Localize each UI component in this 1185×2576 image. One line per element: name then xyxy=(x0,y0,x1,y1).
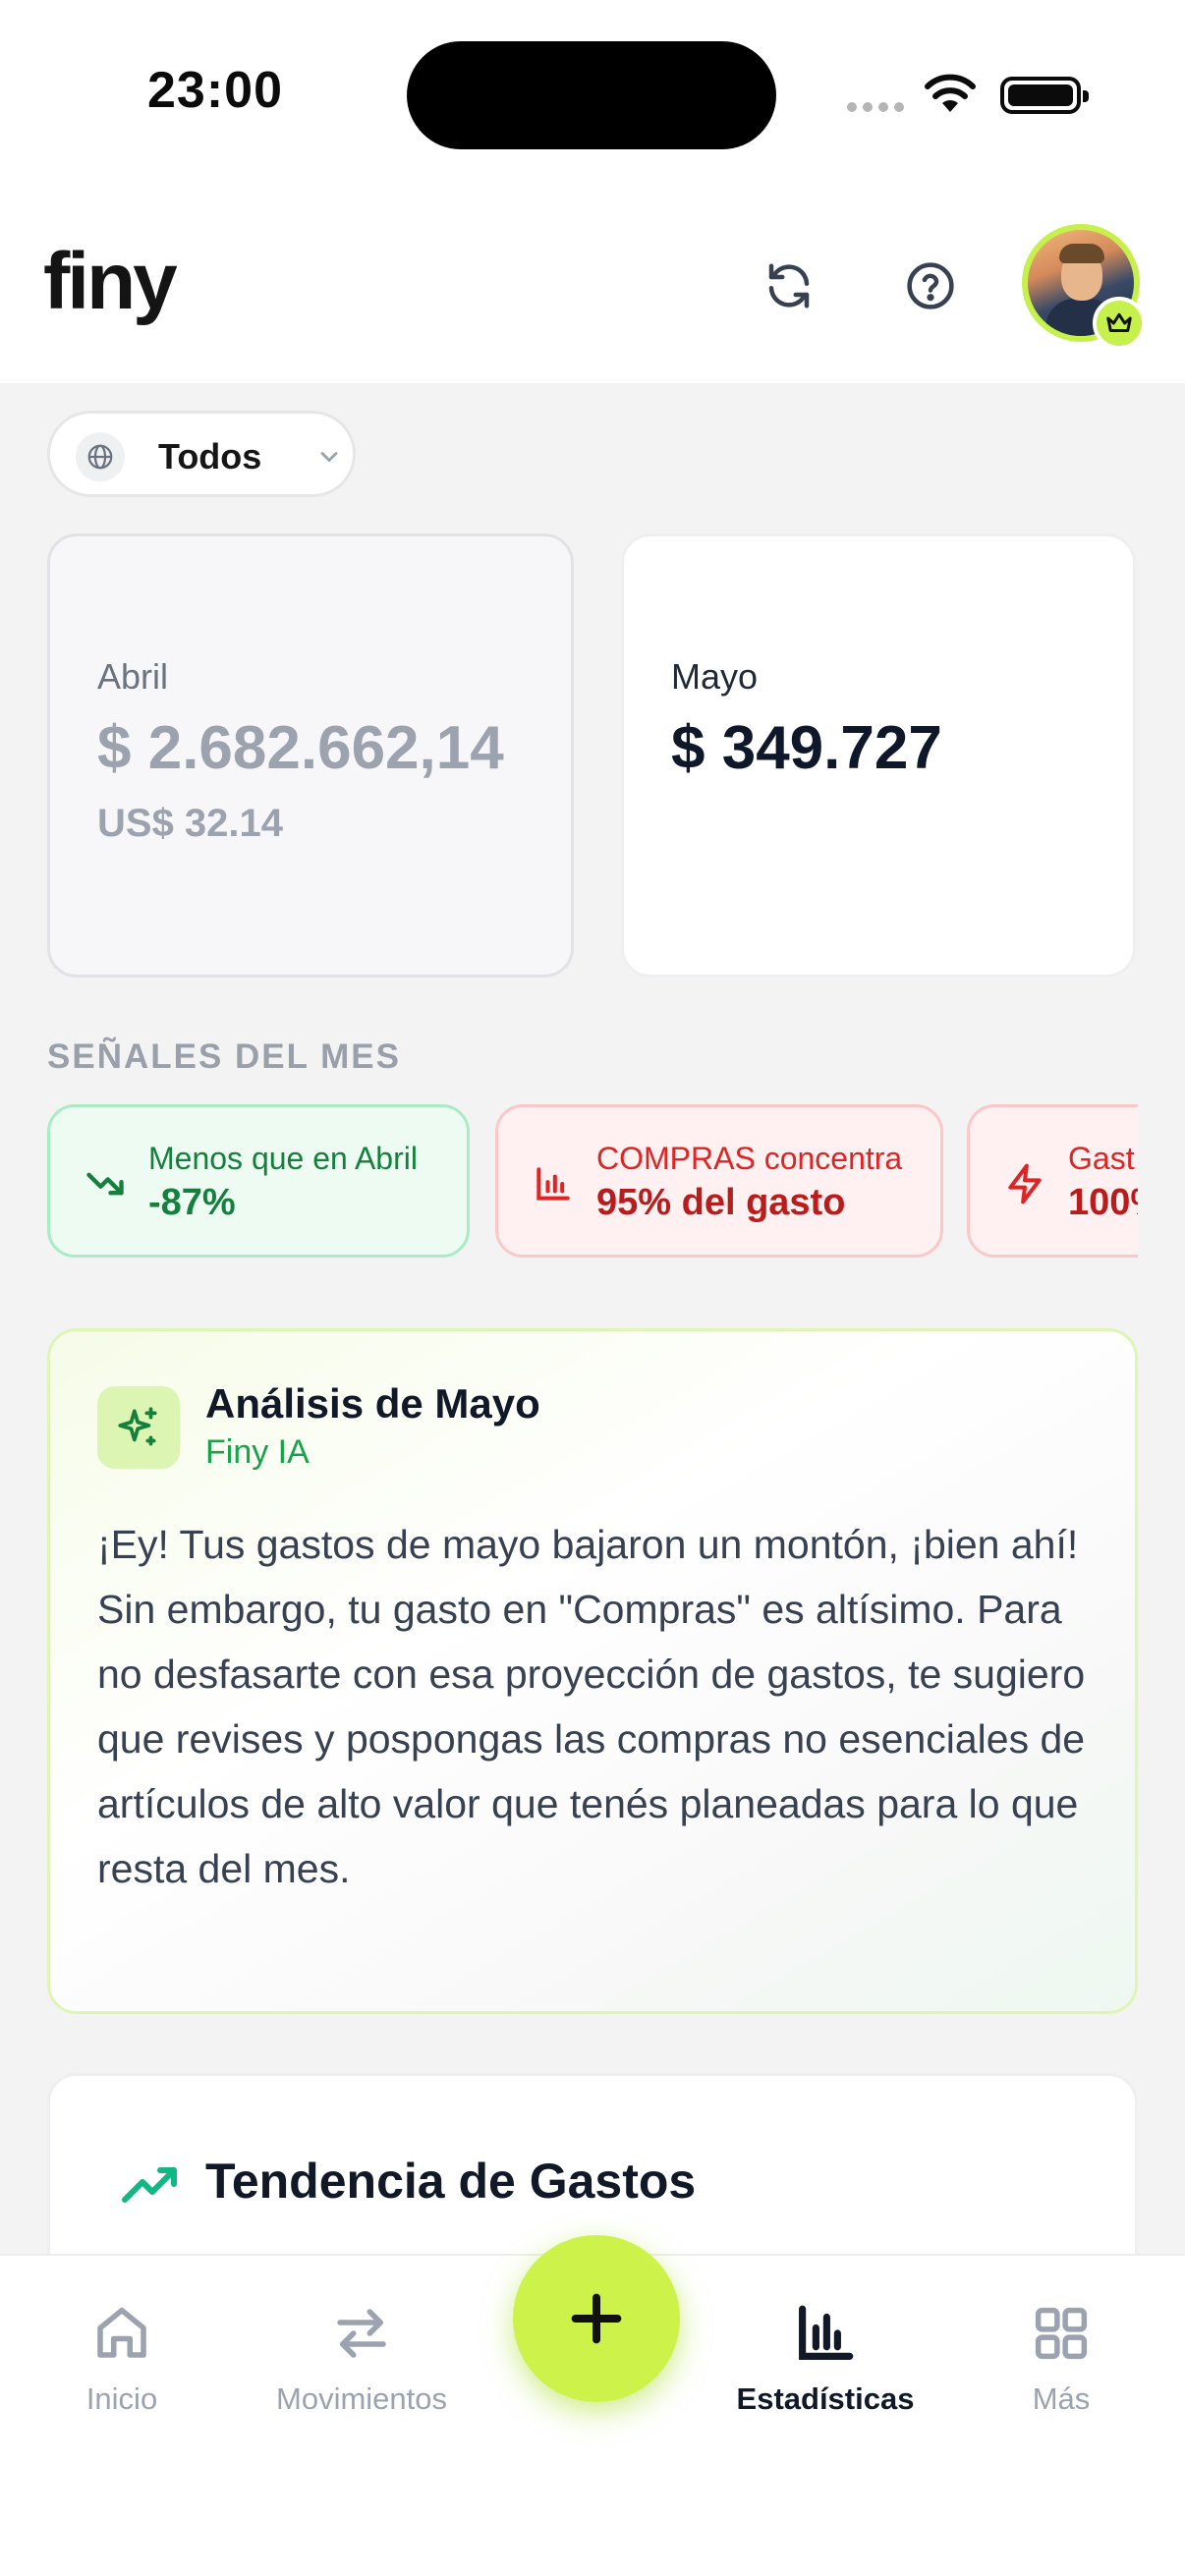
refresh-icon xyxy=(768,263,810,308)
analysis-subtitle: Finy IA xyxy=(205,1433,310,1471)
plus-icon xyxy=(571,2293,622,2344)
globe-icon xyxy=(87,444,113,470)
previous-month-amount: $ 2.682.662,14 xyxy=(97,714,504,782)
tab-mas[interactable]: Más xyxy=(963,2295,1159,2442)
status-bar: 23:00 xyxy=(0,0,1185,187)
bar-chart-icon xyxy=(536,1167,570,1201)
crown-icon xyxy=(1106,312,1132,332)
filter-label: Todos xyxy=(158,436,262,476)
status-time: 23:00 xyxy=(147,62,283,119)
signal-value: 100% xyxy=(1068,1182,1138,1223)
tab-label: Movimientos xyxy=(276,2381,447,2416)
grid-icon xyxy=(1035,2307,1088,2360)
refresh-button[interactable] xyxy=(745,242,833,330)
tab-label: Más xyxy=(1032,2381,1091,2416)
sparkle-icon xyxy=(118,1407,157,1446)
bar-chart-icon xyxy=(799,2305,854,2360)
tab-estadisticas[interactable]: Estadísticas xyxy=(727,2295,924,2442)
analysis-body: ¡Ey! Tus gastos de mayo bajaron un montó… xyxy=(97,1522,1086,1891)
current-month-label: Mayo xyxy=(671,656,759,697)
help-button[interactable] xyxy=(886,242,975,330)
signal-value: 95% del gasto xyxy=(596,1182,846,1223)
tab-label: Estadísticas xyxy=(736,2381,915,2416)
tab-movimientos[interactable]: Movimientos xyxy=(263,2295,460,2442)
signal-text: COMPRAS concentra xyxy=(596,1141,903,1176)
trend-title: Tendencia de Gastos xyxy=(205,2154,697,2209)
transfer-arrows-icon xyxy=(337,2309,386,2358)
premium-badge xyxy=(1093,297,1146,350)
trending-up-icon xyxy=(122,2167,177,2203)
lightning-icon xyxy=(1008,1163,1042,1204)
trending-down-icon xyxy=(86,1172,124,1196)
signals-section-title: SEÑALES DEL MES xyxy=(47,1037,401,1076)
account-filter-dropdown[interactable]: Todos xyxy=(47,411,356,497)
sparkle-icon-wrap xyxy=(97,1386,180,1469)
globe-icon-wrap xyxy=(76,432,125,481)
battery-icon xyxy=(1000,77,1089,114)
ai-analysis-card[interactable]: Análisis de Mayo Finy IA ¡Ey! Tus gastos… xyxy=(47,1328,1138,2014)
previous-month-amount-usd: US$ 32.14 xyxy=(97,802,284,845)
current-month-amount: $ 349.727 xyxy=(671,714,942,782)
signal-card[interactable]: COMPRAS concentra 95% del gasto xyxy=(495,1104,943,1258)
signal-card[interactable]: Menos que en Abril -87% xyxy=(47,1104,470,1258)
signal-value: -87% xyxy=(148,1182,236,1223)
signal-text: Gast xyxy=(1068,1141,1135,1176)
signals-carousel[interactable]: Menos que en Abril -87% COMPRAS concentr… xyxy=(47,1104,1138,1260)
chevron-down-icon xyxy=(320,452,338,462)
app-logo: finy xyxy=(43,237,178,326)
add-transaction-button[interactable] xyxy=(513,2235,680,2402)
previous-month-card[interactable]: Abril $ 2.682.662,14 US$ 32.14 xyxy=(47,533,574,978)
signal-card[interactable]: Gast 100% xyxy=(967,1104,1138,1258)
current-month-card[interactable]: Mayo $ 349.727 xyxy=(621,533,1136,978)
app-header: finy xyxy=(0,187,1185,383)
previous-month-label: Abril xyxy=(97,656,169,697)
tab-inicio[interactable]: Inicio xyxy=(24,2295,220,2442)
home-icon xyxy=(97,2307,146,2358)
tab-label: Inicio xyxy=(85,2381,158,2416)
dynamic-island xyxy=(407,41,776,149)
cellular-signal-icon xyxy=(847,102,904,112)
wifi-icon xyxy=(925,74,976,112)
signal-text: Menos que en Abril xyxy=(148,1141,418,1176)
analysis-title: Análisis de Mayo xyxy=(205,1380,540,1427)
help-icon xyxy=(907,262,954,309)
